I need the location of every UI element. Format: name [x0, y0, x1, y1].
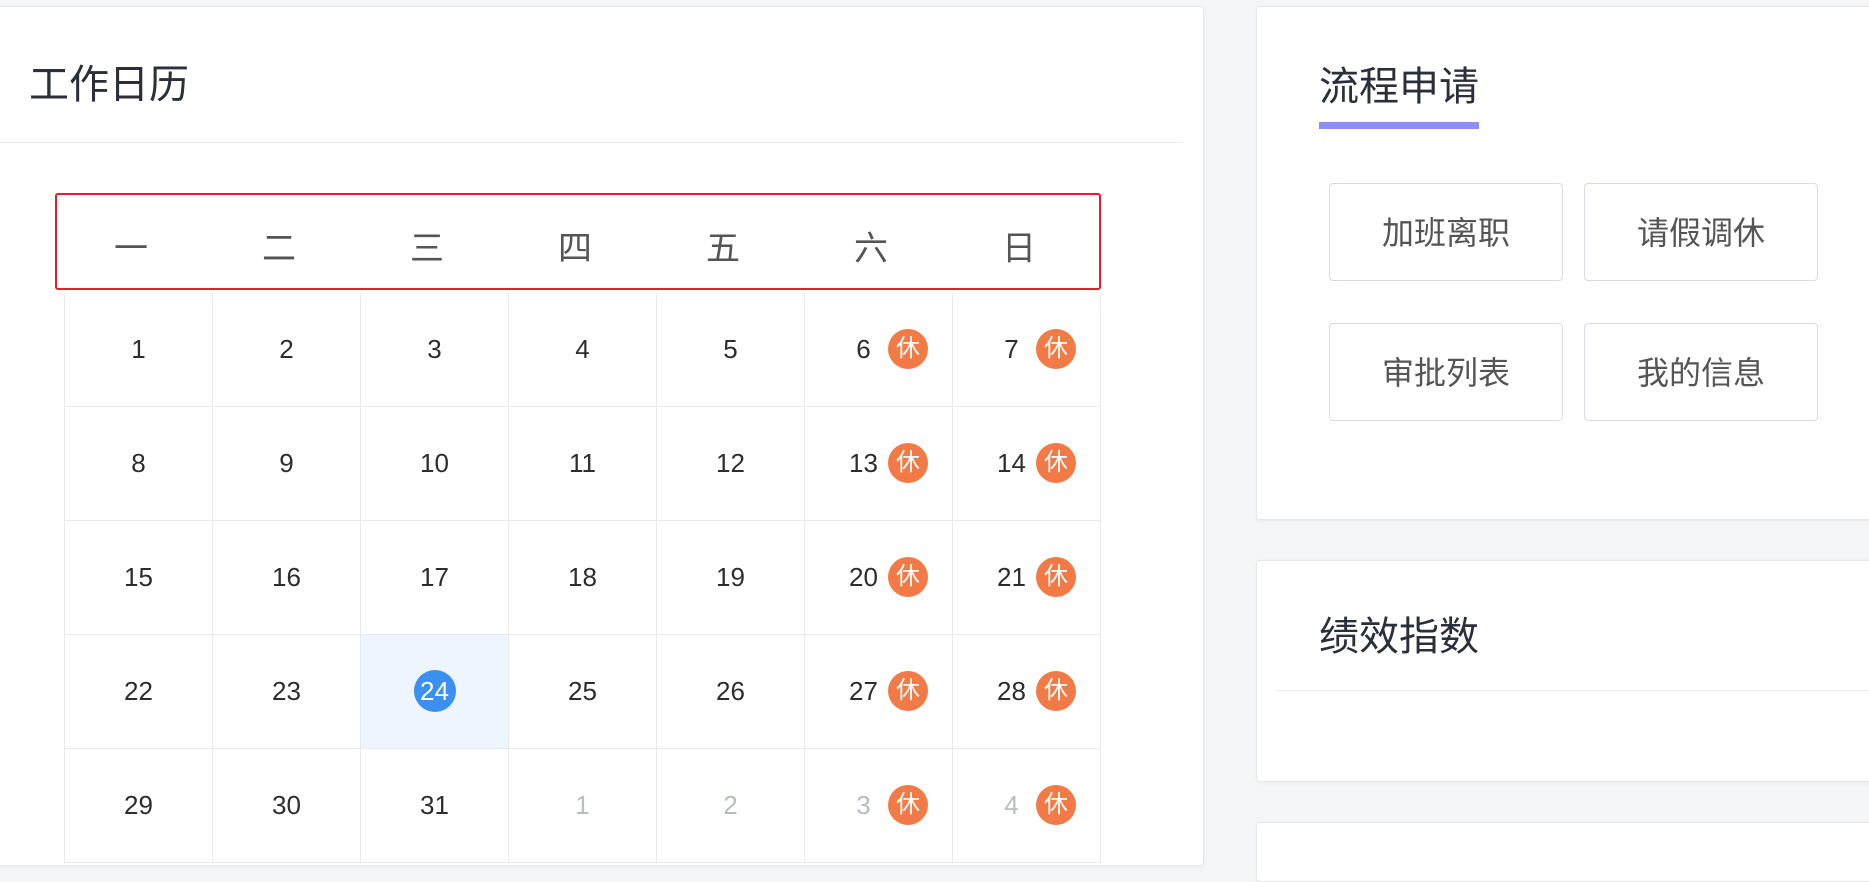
day-number: 2: [723, 790, 738, 820]
day-number: 18: [568, 562, 597, 592]
weekday-wed: 三: [410, 230, 444, 268]
weekday-sun: 日: [1002, 230, 1036, 268]
today-indicator: 24: [413, 670, 456, 712]
day-number: 4: [575, 334, 590, 364]
calendar-divider: [0, 142, 1183, 143]
calendar-day-cell[interactable]: 15: [65, 521, 213, 635]
calendar-day-cell[interactable]: 4: [509, 293, 657, 407]
day-number: 26: [716, 676, 745, 706]
calendar-title: 工作日历: [29, 63, 189, 107]
calendar-day-cell[interactable]: 13 休: [805, 407, 953, 521]
calendar-day-cell[interactable]: 27 休: [805, 635, 953, 749]
calendar-day-cell[interactable]: 14 休: [953, 407, 1101, 521]
day-number: 10: [420, 448, 449, 478]
calendar-day-cell[interactable]: 9: [213, 407, 361, 521]
weekday-sat: 六: [854, 230, 888, 268]
day-number: 15: [124, 562, 153, 592]
calendar-day-cell[interactable]: 25: [509, 635, 657, 749]
day-number: 1: [575, 790, 590, 820]
rest-day-badge: 休: [1036, 443, 1076, 483]
day-number: 12: [716, 448, 745, 478]
rest-day-badge: 休: [888, 443, 928, 483]
day-number: 24: [361, 670, 508, 712]
calendar-day-cell[interactable]: 17: [361, 521, 509, 635]
day-number: 11: [569, 448, 596, 478]
rest-day-badge: 休: [888, 329, 928, 369]
rest-day-badge: 休: [1036, 557, 1076, 597]
calendar-day-cell[interactable]: 4休: [953, 749, 1101, 863]
weekday-header: 一 二 三 四 五 六 日: [55, 193, 1101, 290]
weekday-tue: 二: [262, 230, 296, 268]
calendar-day-cell[interactable]: 23: [213, 635, 361, 749]
calendar-day-cell[interactable]: 28 休: [953, 635, 1101, 749]
leave-request-button[interactable]: 请假调休: [1584, 183, 1818, 281]
calendar-day-cell[interactable]: 1: [65, 293, 213, 407]
calendar-grid: 1 2 3 4 5 6 休 7 休 8 9 10 11 12 13 休 14 休 15 16 17 18 19 20 休 21 休 2…: [64, 293, 1101, 863]
day-number: 19: [716, 562, 745, 592]
calendar-day-cell[interactable]: 7休: [953, 293, 1101, 407]
calendar-day-cell[interactable]: 22: [65, 635, 213, 749]
process-tab-underline: [1319, 122, 1479, 129]
weekday-thu: 四: [558, 230, 592, 268]
day-number: 5: [723, 334, 738, 364]
calendar-day-cell[interactable]: 3: [361, 293, 509, 407]
process-application-card: 流程申请 加班离职 请假调休 审批列表 我的信息: [1256, 6, 1869, 520]
calendar-day-cell[interactable]: 20 休: [805, 521, 953, 635]
my-info-button[interactable]: 我的信息: [1584, 323, 1818, 421]
rest-day-badge: 休: [888, 557, 928, 597]
calendar-day-cell[interactable]: 29: [65, 749, 213, 863]
calendar-day-cell[interactable]: 18: [509, 521, 657, 635]
rest-day-badge: 休: [1036, 785, 1076, 825]
day-number: 2: [279, 334, 294, 364]
performance-index-card: 绩效指数: [1256, 560, 1869, 782]
rest-day-badge: 休: [1036, 671, 1076, 711]
weekday-fri: 五: [706, 230, 740, 268]
calendar-day-cell[interactable]: 5: [657, 293, 805, 407]
day-number: 30: [272, 790, 301, 820]
rest-day-badge: 休: [1036, 329, 1076, 369]
day-number: 16: [272, 562, 301, 592]
performance-title: 绩效指数: [1319, 615, 1479, 659]
calendar-day-cell[interactable]: 3休: [805, 749, 953, 863]
calendar-day-cell[interactable]: 6休: [805, 293, 953, 407]
calendar-day-cell[interactable]: 21 休: [953, 521, 1101, 635]
calendar-day-cell[interactable]: 11: [509, 407, 657, 521]
calendar-day-cell[interactable]: 1: [509, 749, 657, 863]
day-number: 23: [272, 676, 301, 706]
day-number: 25: [568, 676, 597, 706]
work-calendar-card: 工作日历 一 二 三 四 五 六 日 1 2 3 4 5 6 休 7 休 8 9 10 11 12 13 休 1…: [0, 6, 1204, 866]
calendar-day-cell[interactable]: 2: [657, 749, 805, 863]
process-title: 流程申请: [1319, 65, 1479, 109]
approval-list-button[interactable]: 审批列表: [1329, 323, 1563, 421]
day-number: 9: [279, 448, 294, 478]
calendar-day-cell[interactable]: 31: [361, 749, 509, 863]
calendar-day-cell[interactable]: 30: [213, 749, 361, 863]
rest-day-badge: 休: [888, 671, 928, 711]
overtime-resign-button[interactable]: 加班离职: [1329, 183, 1563, 281]
calendar-day-cell[interactable]: 26: [657, 635, 805, 749]
day-number: 31: [420, 790, 449, 820]
calendar-day-cell[interactable]: 2: [213, 293, 361, 407]
day-number: 3: [427, 334, 442, 364]
day-number: 1: [131, 334, 146, 364]
calendar-day-cell[interactable]: 8: [65, 407, 213, 521]
calendar-day-cell[interactable]: 10: [361, 407, 509, 521]
calendar-day-cell[interactable]: 19: [657, 521, 805, 635]
weekday-mon: 一: [114, 230, 148, 268]
calendar-day-cell[interactable]: 16: [213, 521, 361, 635]
calendar-day-cell[interactable]: 12: [657, 407, 805, 521]
calendar-day-cell[interactable]: 24: [361, 635, 509, 749]
day-number: 17: [420, 562, 449, 592]
day-number: 29: [124, 790, 153, 820]
day-number: 22: [124, 676, 153, 706]
performance-divider: [1277, 690, 1869, 691]
rest-day-badge: 休: [888, 785, 928, 825]
day-number: 8: [131, 448, 146, 478]
next-card: [1256, 822, 1869, 882]
